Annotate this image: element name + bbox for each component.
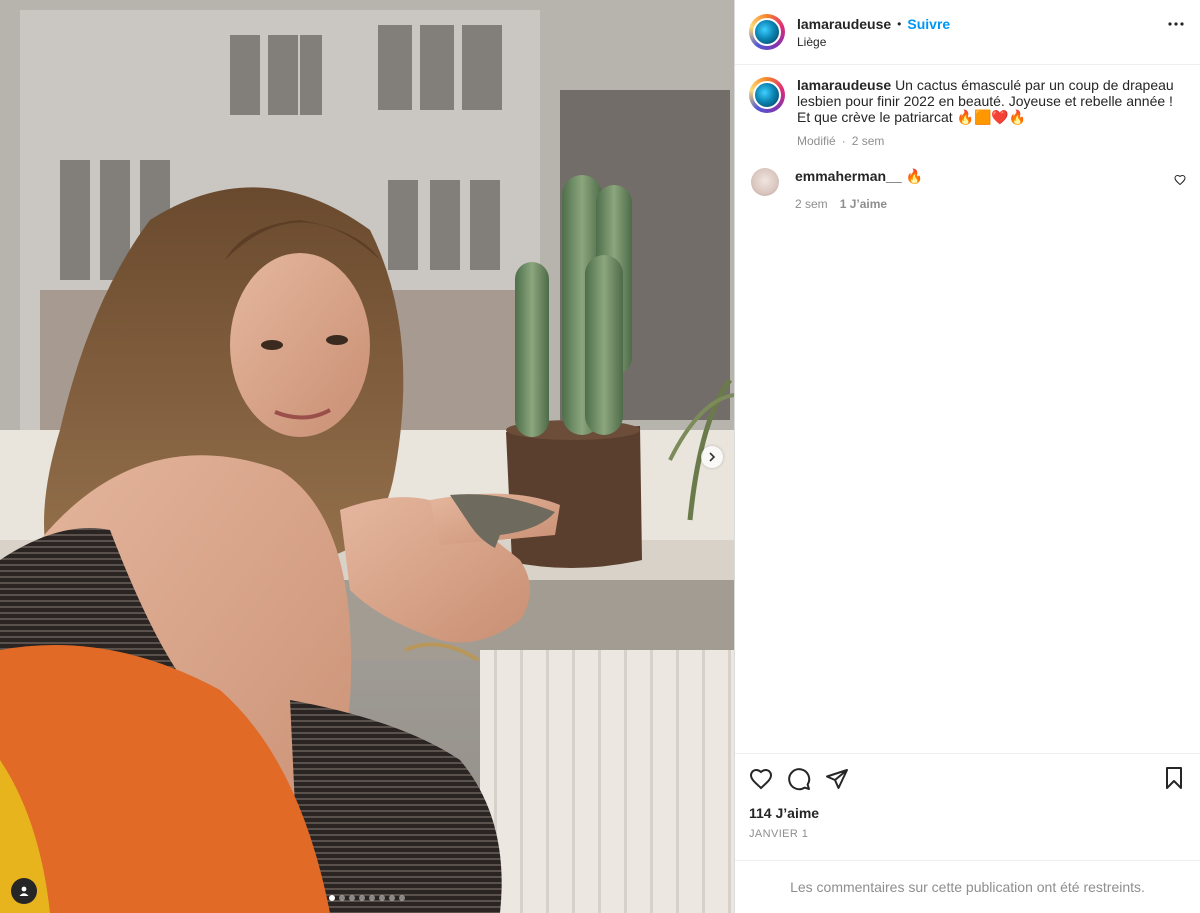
next-slide-button[interactable] — [701, 446, 723, 468]
heart-icon[interactable] — [749, 767, 773, 791]
chevron-right-icon — [707, 452, 717, 462]
caption: lamaraudeuse Un cactus émasculé par un c… — [749, 77, 1186, 149]
comments-restricted-notice: Les commentaires sur cette publication o… — [735, 860, 1200, 913]
post-header: lamaraudeuse • Suivre Liège — [735, 0, 1200, 65]
carousel-dot — [329, 895, 335, 901]
share-icon[interactable] — [825, 767, 849, 791]
commenter-avatar[interactable] — [751, 168, 779, 196]
post-date[interactable]: JANVIER 1 — [749, 828, 1186, 840]
comment-time[interactable]: 2 sem — [795, 197, 828, 211]
caption-author-avatar[interactable] — [749, 77, 785, 113]
comment-text: 🔥 — [905, 168, 923, 184]
carousel-dot — [359, 895, 365, 901]
more-options-icon[interactable] — [1168, 22, 1184, 26]
comment-heart-icon[interactable] — [1174, 174, 1186, 186]
follow-button[interactable]: Suivre — [907, 16, 950, 32]
post-details-panel: lamaraudeuse • Suivre Liège lamaraudeuse… — [734, 0, 1200, 913]
post-actions: 114 J’aime JANVIER 1 — [735, 753, 1200, 860]
carousel-dot — [399, 895, 405, 901]
carousel-dot — [379, 895, 385, 901]
likes-count[interactable]: 114 J’aime — [749, 805, 1186, 821]
caption-edited: Modifié — [797, 134, 836, 148]
header-separator: • — [897, 16, 902, 31]
carousel-dot — [339, 895, 345, 901]
comments-list: lamaraudeuse Un cactus émasculé par un c… — [735, 65, 1200, 753]
caption-time[interactable]: 2 sem — [852, 133, 885, 149]
caption-username[interactable]: lamaraudeuse — [797, 77, 891, 93]
post: lamaraudeuse • Suivre Liège lamaraudeuse… — [0, 0, 1200, 913]
carousel-indicator — [0, 895, 734, 901]
comment-item: emmaherman__ 🔥 2 sem 1 J’aime — [749, 168, 1186, 211]
bookmark-icon[interactable] — [1162, 766, 1186, 790]
post-media[interactable] — [0, 0, 734, 913]
post-photo — [0, 0, 734, 913]
location-link[interactable]: Liège — [797, 35, 950, 49]
carousel-dot — [369, 895, 375, 901]
comment-likes[interactable]: 1 J’aime — [840, 197, 887, 211]
carousel-dot — [389, 895, 395, 901]
caption-meta-separator: · — [841, 134, 846, 148]
comment-icon[interactable] — [787, 767, 811, 791]
author-username[interactable]: lamaraudeuse — [797, 16, 891, 32]
commenter-username[interactable]: emmaherman__ — [795, 168, 902, 184]
carousel-dot — [349, 895, 355, 901]
author-avatar[interactable] — [749, 14, 785, 50]
